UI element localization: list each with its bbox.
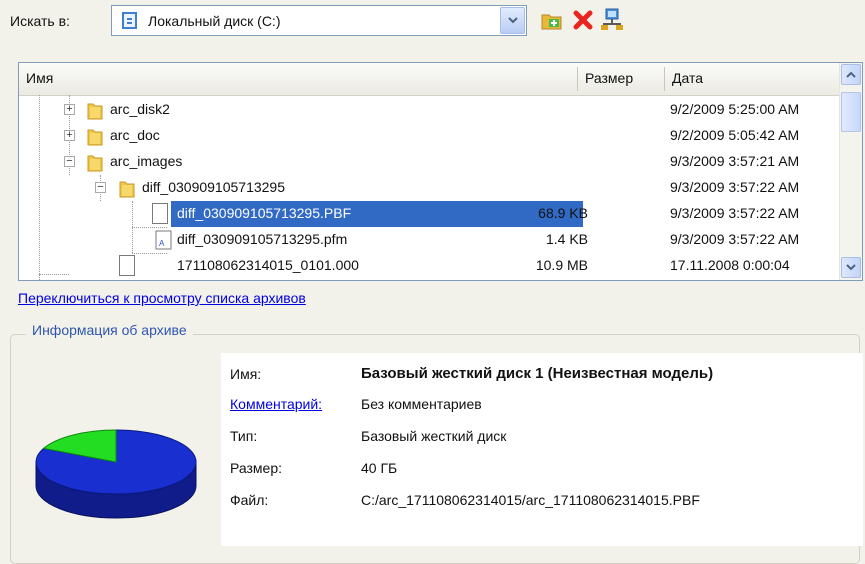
svg-text:A: A bbox=[159, 239, 165, 248]
scroll-up-button[interactable] bbox=[841, 64, 861, 85]
network-icon[interactable] bbox=[600, 8, 624, 32]
list-item-name: arc_images bbox=[110, 153, 183, 169]
folder-icon bbox=[87, 103, 103, 120]
drive-select[interactable]: Локальный диск (C:) bbox=[111, 5, 527, 36]
list-item-size: 68.9 KB bbox=[538, 205, 588, 221]
list-item-name: arc_disk2 bbox=[110, 101, 170, 117]
list-item-date: 17.11.2008 0:00:04 bbox=[670, 257, 790, 273]
collapse-icon[interactable]: − bbox=[64, 156, 75, 167]
archive-info-panel: Имя: Базовый жесткий диск 1 (Неизвестная… bbox=[221, 353, 863, 546]
list-item[interactable]: − arc_images 9/3/2009 3:57:21 AM bbox=[19, 149, 841, 175]
vertical-scrollbar[interactable] bbox=[839, 63, 862, 280]
list-item[interactable]: A diff_030909105713295.pfm 1.4 KB 9/3/20… bbox=[19, 227, 841, 253]
list-item-date: 9/3/2009 3:57:22 AM bbox=[670, 205, 800, 221]
file-label: Файл: bbox=[230, 492, 269, 508]
list-header: Имя Размер Дата bbox=[19, 63, 841, 96]
list-item-selected[interactable]: diff_030909105713295.PBF 68.9 KB 9/3/200… bbox=[19, 201, 841, 227]
scroll-down-button[interactable] bbox=[841, 257, 861, 278]
column-header-name[interactable]: Имя bbox=[19, 63, 577, 94]
file-icon bbox=[152, 203, 168, 224]
list-item-date: 9/2/2009 5:05:42 AM bbox=[670, 127, 800, 143]
archive-name-value: Базовый жесткий диск 1 (Неизвестная моде… bbox=[361, 365, 714, 382]
list-item-date: 9/2/2009 5:25:00 AM bbox=[670, 101, 800, 117]
scrollbar-thumb[interactable] bbox=[841, 92, 861, 132]
switch-to-archive-list-link[interactable]: Переключиться к просмотру списка архивов bbox=[18, 290, 306, 306]
list-item-name: diff_030909105713295 bbox=[142, 179, 286, 195]
collapse-icon[interactable]: − bbox=[95, 182, 106, 193]
list-item-size: 1.4 KB bbox=[545, 231, 588, 247]
pfm-file-icon: A bbox=[155, 230, 172, 250]
type-value: Базовый жесткий диск bbox=[361, 428, 507, 444]
list-item[interactable]: + arc_doc 9/2/2009 5:05:42 AM bbox=[19, 123, 841, 149]
list-item[interactable]: + arc_disk2 9/2/2009 5:25:00 AM bbox=[19, 97, 841, 123]
column-header-date[interactable]: Дата bbox=[665, 63, 841, 94]
file-icon bbox=[119, 255, 135, 276]
local-disk-icon bbox=[122, 12, 137, 29]
comment-value: Без комментариев bbox=[361, 396, 482, 412]
expand-icon[interactable]: + bbox=[64, 130, 75, 141]
list-item-name: diff_030909105713295.PBF bbox=[177, 205, 352, 221]
list-item-date: 9/3/2009 3:57:21 AM bbox=[670, 153, 800, 169]
list-item-size: 10.9 MB bbox=[535, 257, 588, 273]
disk-usage-pie-chart bbox=[35, 429, 197, 519]
list-item[interactable]: − diff_030909105713295 9/3/2009 3:57:22 … bbox=[19, 175, 841, 201]
column-header-size[interactable]: Размер bbox=[578, 63, 664, 94]
list-item-name: 171108062314015_0101.000 bbox=[177, 257, 359, 273]
expand-icon[interactable]: + bbox=[64, 104, 75, 115]
list-item-name: diff_030909105713295.pfm bbox=[177, 231, 348, 247]
file-list[interactable]: Имя Размер Дата + arc_disk2 9/2/2009 5:2… bbox=[18, 62, 863, 281]
comment-link[interactable]: Комментарий: bbox=[230, 396, 322, 412]
look-in-label: Искать в: bbox=[10, 13, 70, 29]
chevron-down-icon[interactable] bbox=[500, 7, 525, 34]
name-label: Имя: bbox=[230, 366, 262, 382]
file-path-value: C:/arc_171108062314015/arc_1711080623140… bbox=[361, 492, 700, 508]
type-label: Тип: bbox=[230, 428, 258, 444]
list-item[interactable]: 171108062314015_0101.000 10.9 MB 17.11.2… bbox=[19, 253, 841, 279]
new-folder-icon[interactable] bbox=[540, 8, 564, 32]
delete-icon[interactable] bbox=[571, 8, 595, 32]
folder-icon bbox=[87, 155, 103, 172]
list-item-date: 9/3/2009 3:57:22 AM bbox=[670, 179, 800, 195]
list-item-name: arc_doc bbox=[110, 127, 160, 143]
list-item-date: 9/3/2009 3:57:22 AM bbox=[670, 231, 800, 247]
drive-select-value: Локальный диск (C:) bbox=[148, 13, 281, 29]
folder-icon bbox=[119, 181, 135, 198]
size-label: Размер: bbox=[230, 460, 283, 476]
size-value: 40 ГБ bbox=[361, 460, 398, 476]
archive-info-title: Информация об архиве bbox=[26, 322, 193, 338]
folder-icon bbox=[87, 129, 103, 146]
